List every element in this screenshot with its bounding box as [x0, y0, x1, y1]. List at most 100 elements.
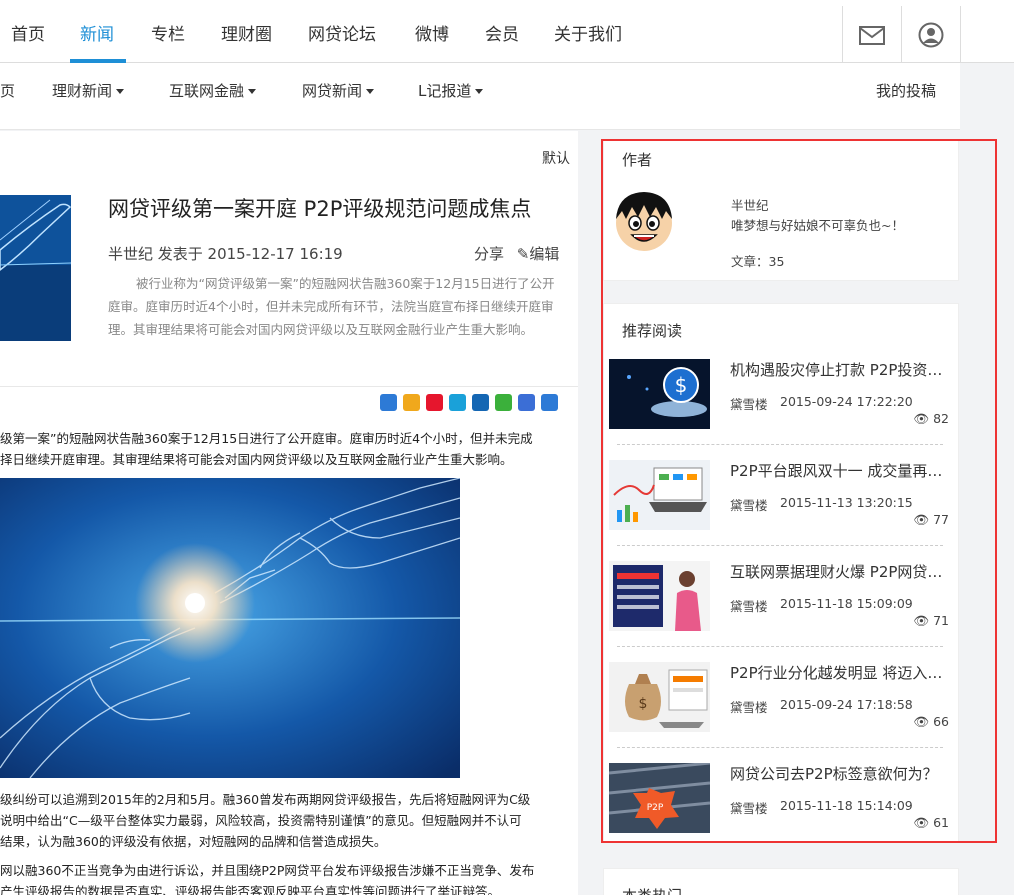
pengyou-icon[interactable]: [449, 394, 466, 411]
mail-button[interactable]: [842, 6, 901, 63]
body-paragraph: 结果，认为融360的评级没有依据，对短融网的品牌和信誉造成损失。: [0, 834, 387, 849]
nav-item-home[interactable]: 首页: [11, 0, 45, 63]
eye-icon: 👁: [913, 411, 930, 426]
subnav-item-label: 互联网金融: [169, 82, 245, 100]
subnav-item-l-report[interactable]: L记报道: [418, 63, 484, 119]
favorite-icon[interactable]: [403, 394, 420, 411]
recommend-title[interactable]: 网贷公司去P2P标签意欲何为？: [730, 763, 949, 784]
recommend-views: 👁 77: [913, 512, 949, 528]
article-meta: 半世纪 发表于 2015-12-17 16:19: [108, 245, 343, 263]
share-divider: [0, 386, 578, 387]
share-link[interactable]: 分享: [474, 245, 504, 263]
bill-finance-image: [609, 561, 710, 631]
views-count: 61: [933, 815, 949, 830]
recommend-author: 黛雪楼: [730, 498, 768, 513]
hot-card: 本类热门: [603, 868, 959, 895]
recommend-time: 2015-11-13 13:20:15: [780, 495, 913, 510]
recommend-views: 👁 71: [913, 613, 949, 629]
subnav-item-label: L记报道: [418, 82, 472, 100]
qzone-icon[interactable]: [380, 394, 397, 411]
recommend-item[interactable]: $ 机构遇股灾停止打款 P2P投资者资金被冻结 黛雪楼 2015-09-24 1…: [609, 359, 949, 447]
recommend-thumbnail[interactable]: [609, 561, 710, 631]
recommend-divider: [617, 747, 943, 748]
caret-down-icon: [116, 89, 125, 94]
eye-icon: 👁: [913, 613, 930, 628]
author-article-count: 文章：35: [731, 254, 785, 269]
weibo-icon[interactable]: [426, 394, 443, 411]
tieba-icon[interactable]: [518, 394, 535, 411]
recommend-thumbnail[interactable]: [609, 460, 710, 530]
hand-thumbnail-image: [0, 195, 71, 341]
views-count: 82: [933, 411, 949, 426]
hands-illustration: [0, 478, 460, 778]
eye-icon: 👁: [913, 815, 930, 830]
edit-link[interactable]: ✎编辑: [517, 245, 560, 263]
body-paragraph: 产生评级报告的数据是否真实、评级报告能否客观反映平台真实性等问题进行了举证辩答。: [0, 884, 501, 895]
article-hero-image: [0, 478, 460, 778]
recommend-time: 2015-11-18 15:14:09: [780, 798, 913, 813]
recommend-title[interactable]: 互联网票据理财火爆 P2P网贷平台纷纷布局: [730, 561, 949, 582]
subnav-item-label: 理财新闻: [52, 82, 113, 100]
p2p-badge-image: P2P: [609, 763, 710, 833]
views-count: 77: [933, 512, 949, 527]
subnav-item-p2p-news[interactable]: 网贷新闻: [302, 63, 375, 119]
article-thumbnail[interactable]: [0, 195, 71, 341]
subnav-item-page[interactable]: 页: [0, 63, 15, 119]
nav-item-about[interactable]: 关于我们: [554, 0, 622, 63]
recommend-item[interactable]: P2P 网贷公司去P2P标签意欲何为？ 黛雪楼 2015-11-18 15:14…: [609, 763, 949, 851]
nav-item-news[interactable]: 新闻: [80, 0, 114, 63]
body-paragraph: 级纠纷可以追溯到2015年的2月和5月。融360曾发布两期网贷评级报告，先后将短…: [0, 792, 531, 807]
recommend-item[interactable]: $ P2P行业分化越发明显 将迈入洗牌期 黛雪楼 2015-09-24 17:1…: [609, 662, 949, 750]
avatar[interactable]: [612, 189, 676, 253]
nav-item-weibo[interactable]: 微博: [415, 0, 449, 63]
hot-card-title: 本类热门: [622, 885, 682, 895]
recommend-author: 黛雪楼: [730, 801, 768, 816]
money-bag-image: $: [609, 662, 710, 732]
recommend-time: 2015-09-24 17:18:58: [780, 697, 913, 712]
nav-item-member[interactable]: 会员: [485, 0, 519, 63]
sub-nav: 页 理财新闻 互联网金融 网贷新闻 L记报道 我的投稿: [0, 63, 1014, 130]
laptop-charts-image: [609, 460, 710, 530]
renren-icon[interactable]: [472, 394, 489, 411]
recommend-card-title: 推荐阅读: [622, 322, 683, 340]
recommend-title[interactable]: P2P平台跟风双十一 成交量再创新高: [730, 460, 949, 481]
recommend-views: 👁 61: [913, 815, 949, 831]
nav-item-finance-circle[interactable]: 理财圈: [221, 0, 272, 63]
recommend-thumbnail[interactable]: $: [609, 359, 710, 429]
recommend-thumbnail[interactable]: $: [609, 662, 710, 732]
my-submission-link[interactable]: 我的投稿: [876, 63, 936, 119]
body-paragraph: 网以融360不正当竞争为由进行诉讼，并且围绕P2P网贷平台发布评级报告涉嫌不正当…: [0, 863, 535, 878]
nav-item-forum[interactable]: 网贷论坛: [308, 0, 376, 63]
recommend-views: 👁 66: [913, 714, 949, 730]
recommend-title[interactable]: 机构遇股灾停止打款 P2P投资者资金被冻结: [730, 359, 949, 380]
sort-default[interactable]: 默认: [542, 148, 570, 168]
svg-text:P2P: P2P: [647, 803, 664, 813]
copy-icon[interactable]: [541, 394, 558, 411]
svg-text:$: $: [675, 373, 688, 397]
recommend-item[interactable]: 互联网票据理财火爆 P2P网贷平台纷纷布局 黛雪楼 2015-11-18 15:…: [609, 561, 949, 649]
recommend-item[interactable]: P2P平台跟风双十一 成交量再创新高 黛雪楼 2015-11-13 13:20:…: [609, 460, 949, 548]
recommend-views: 👁 82: [913, 411, 949, 427]
body-paragraph: 择日继续开庭审理。其审理结果将可能会对国内网贷评级以及互联网金融行业产生重大影响…: [0, 452, 513, 467]
author-name[interactable]: 半世纪: [731, 195, 769, 214]
subnav-item-finance-news[interactable]: 理财新闻: [52, 63, 125, 119]
mail-icon: [859, 26, 885, 45]
article-summary: 被行业称为“网贷评级第一案”的短融网状告融360案于12月15日进行了公开庭审。…: [108, 276, 555, 337]
recommend-time: 2015-09-24 17:22:20: [780, 394, 913, 409]
author-card: 作者 半世纪 唯梦想与好姑娘不可辜负也~！ 文章：35: [603, 140, 959, 281]
author-bio: 唯梦想与好姑娘不可辜负也~！: [731, 218, 904, 233]
top-nav: 首页 新闻 专栏 理财圈 网贷论坛 微博 会员 关于我们: [0, 0, 1014, 63]
dollar-sign-image: $: [609, 359, 710, 429]
article-title[interactable]: 网贷评级第一案开庭 P2P评级规范问题成焦点: [108, 193, 531, 223]
recommend-author: 黛雪楼: [730, 397, 768, 412]
caret-down-icon: [475, 89, 484, 94]
nav-item-column[interactable]: 专栏: [151, 0, 185, 63]
article-actions: 分享 ✎编辑: [474, 243, 559, 264]
user-button[interactable]: [901, 6, 961, 63]
body-paragraph: 级第一案”的短融网状告融360案于12月15日进行了公开庭审。庭审历时近4个小时…: [0, 431, 533, 446]
recommend-thumbnail[interactable]: P2P: [609, 763, 710, 833]
eye-icon: 👁: [913, 512, 930, 527]
recommend-title[interactable]: P2P行业分化越发明显 将迈入洗牌期: [730, 662, 949, 683]
subnav-item-internet-finance[interactable]: 互联网金融: [169, 63, 257, 119]
wechat-icon[interactable]: [495, 394, 512, 411]
